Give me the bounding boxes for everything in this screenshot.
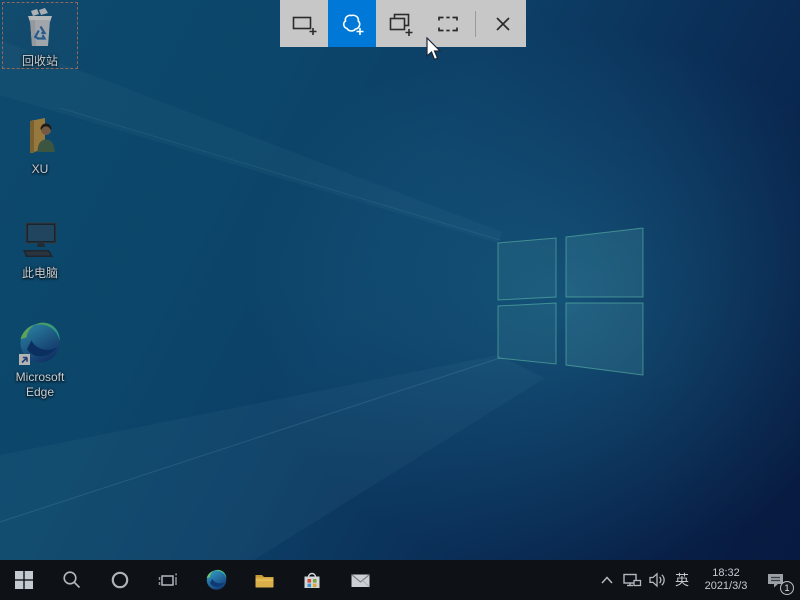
action-center-button[interactable]: 1 [757, 560, 795, 600]
clock-time: 18:32 [712, 567, 740, 579]
edge-taskbar-button[interactable] [192, 560, 240, 600]
volume-tray-button[interactable] [644, 560, 669, 600]
folder-icon [255, 574, 273, 587]
network-tray-button[interactable] [619, 560, 644, 600]
volume-icon [648, 572, 665, 588]
windows-wallpaper-logo [0, 40, 644, 600]
edge-icon [206, 569, 226, 590]
mail-icon [350, 573, 370, 587]
show-hidden-icons-button[interactable] [595, 560, 619, 600]
task-view-icon [158, 573, 177, 586]
store-icon [304, 572, 320, 588]
mail-button[interactable] [336, 560, 384, 600]
desktop-icon-recycle-bin[interactable]: 回收站 [2, 2, 78, 69]
mouse-cursor [426, 37, 442, 61]
task-view-button[interactable] [144, 560, 192, 600]
desktop-icon-label: Microsoft Edge [15, 370, 65, 399]
this-pc-icon [17, 217, 63, 263]
start-button[interactable] [0, 560, 48, 600]
clock-date: 2021/3/3 [704, 580, 748, 592]
search-button[interactable] [48, 560, 96, 600]
desktop-icon-this-pc[interactable]: 此电脑 [2, 214, 78, 281]
user-folder-icon [17, 113, 63, 159]
windows-logo-icon [15, 571, 33, 589]
close-icon [495, 16, 510, 31]
cortana-icon [111, 571, 129, 589]
microsoft-edge-icon [17, 321, 63, 367]
desktop-icon-label: 此电脑 [21, 266, 58, 280]
notification-badge: 1 [780, 581, 794, 595]
freeform-snip-icon [342, 13, 364, 35]
rectangular-snip-button[interactable] [280, 0, 328, 47]
window-snip-icon [389, 13, 413, 36]
store-button[interactable] [288, 560, 336, 600]
network-icon [622, 573, 641, 587]
window-snip-button[interactable] [376, 0, 424, 47]
rectangular-snip-icon [292, 16, 317, 35]
chevron-up-icon [601, 576, 613, 584]
search-icon [63, 571, 81, 589]
desktop-icon-label: XU [31, 162, 49, 176]
cortana-button[interactable] [96, 560, 144, 600]
snip-toolbar [280, 0, 526, 47]
taskbar: 英 18:32 2021/3/3 1 [0, 560, 800, 600]
desktop: 回收站 XU 此电脑 Microsoft Edge 英 18:32 2021/3… [0, 0, 800, 600]
snip-close-button[interactable] [479, 0, 526, 47]
system-tray: 英 18:32 2021/3/3 1 [595, 560, 800, 600]
freeform-snip-button[interactable] [328, 0, 376, 47]
fullscreen-snip-icon [438, 16, 458, 31]
desktop-icon-label: 回收站 [21, 54, 58, 68]
desktop-icon-user-folder[interactable]: XU [2, 110, 78, 177]
desktop-icon-microsoft-edge[interactable]: Microsoft Edge [2, 318, 78, 400]
toolbar-separator [475, 10, 476, 37]
ime-indicator[interactable]: 英 [669, 560, 695, 600]
taskbar-clock[interactable]: 18:32 2021/3/3 [695, 567, 757, 593]
file-explorer-button[interactable] [240, 560, 288, 600]
recycle-bin-icon [17, 5, 63, 51]
